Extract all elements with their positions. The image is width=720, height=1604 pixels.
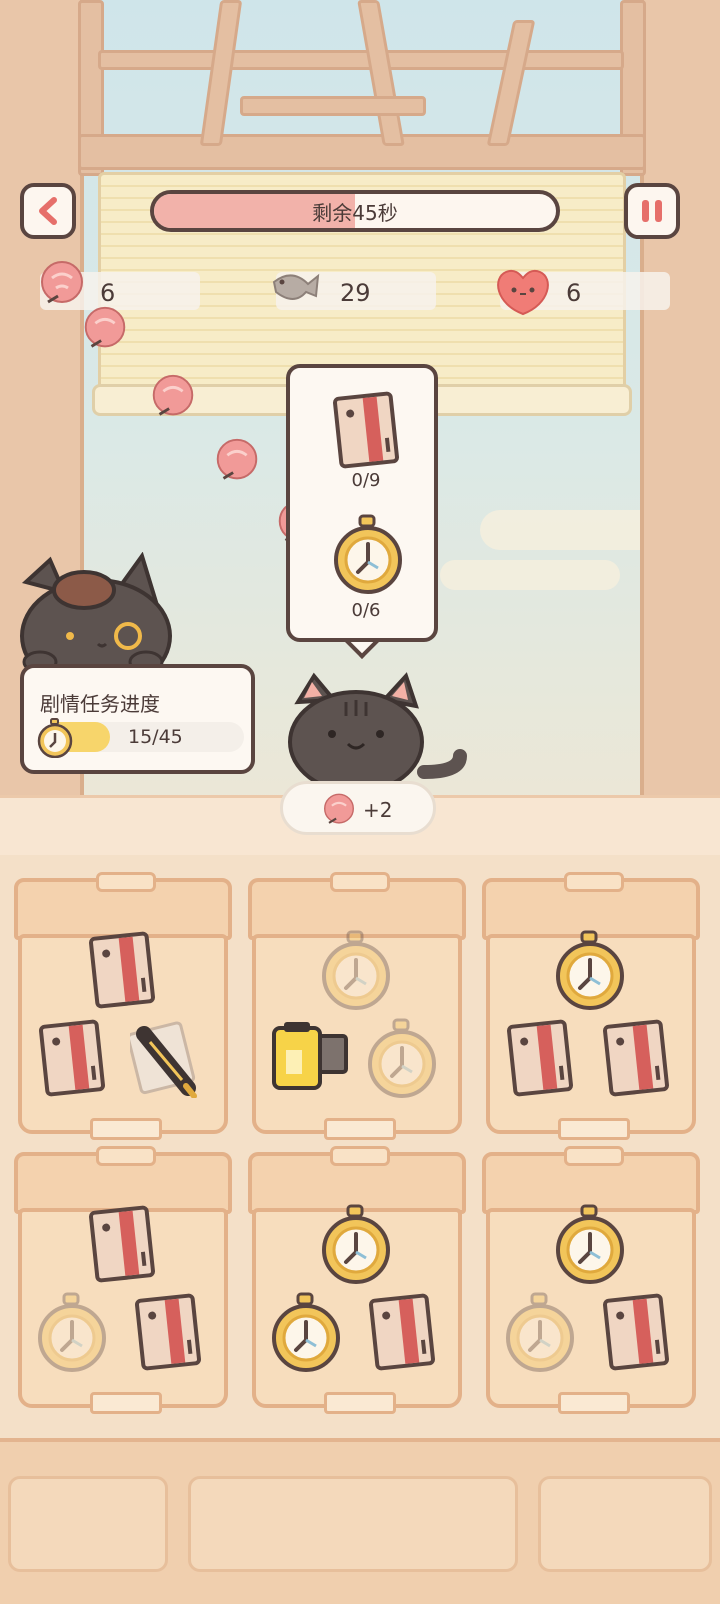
window-lattice bbox=[240, 96, 426, 116]
card-pack-icon[interactable] bbox=[130, 1292, 206, 1376]
hearts-count: 6 bbox=[566, 279, 582, 307]
pause-icon-bar bbox=[655, 200, 662, 222]
drawer bbox=[188, 1476, 518, 1572]
flying-flower-icon bbox=[210, 434, 264, 488]
film-roll-icon[interactable] bbox=[268, 1018, 352, 1102]
item-box[interactable] bbox=[482, 1146, 700, 1414]
fish-icon bbox=[268, 262, 322, 320]
flower-icon bbox=[319, 790, 359, 830]
box-clip bbox=[96, 1146, 156, 1166]
story-progress-title: 剧情任务进度 bbox=[40, 692, 160, 716]
pocket-watch-icon[interactable] bbox=[552, 930, 628, 1014]
fish-count: 29 bbox=[340, 279, 371, 307]
card-pack-icon bbox=[328, 390, 404, 470]
card-pack-icon[interactable] bbox=[364, 1292, 440, 1376]
time-remaining-bar: 剩余45秒 bbox=[150, 190, 560, 232]
card-pack-icon[interactable] bbox=[502, 1018, 578, 1102]
box-clip bbox=[564, 1146, 624, 1166]
right-wall bbox=[640, 0, 720, 810]
pocket-watch-icon bbox=[364, 1018, 440, 1102]
item-box[interactable] bbox=[14, 872, 232, 1140]
box-handle bbox=[558, 1118, 630, 1140]
pocket-watch-icon bbox=[502, 1292, 578, 1376]
pocket-watch-icon[interactable] bbox=[318, 1204, 394, 1288]
pocket-watch-icon[interactable] bbox=[268, 1292, 344, 1376]
window-lattice bbox=[98, 50, 624, 70]
chevron-left-icon bbox=[39, 197, 57, 225]
time-remaining-text: 剩余45秒 bbox=[312, 200, 398, 225]
drawer bbox=[538, 1476, 712, 1572]
box-handle bbox=[558, 1392, 630, 1414]
flying-flower-icon bbox=[146, 370, 200, 424]
item-box[interactable] bbox=[248, 1146, 466, 1414]
tabby-cat-customer bbox=[284, 672, 474, 796]
pocket-watch-icon bbox=[318, 930, 394, 1014]
order-item-progress: 0/6 bbox=[351, 600, 381, 621]
window-lattice bbox=[78, 134, 646, 170]
back-button[interactable] bbox=[20, 183, 76, 239]
card-pack-icon[interactable] bbox=[598, 1292, 674, 1376]
box-handle bbox=[90, 1118, 162, 1140]
pause-button[interactable] bbox=[624, 183, 680, 239]
pocket-watch-icon[interactable] bbox=[552, 1204, 628, 1288]
box-handle bbox=[90, 1392, 162, 1414]
box-clip bbox=[330, 1146, 390, 1166]
pocket-watch-icon bbox=[34, 1292, 110, 1376]
card-pack-icon[interactable] bbox=[598, 1018, 674, 1102]
card-pack-icon[interactable] bbox=[84, 930, 160, 1014]
drawer bbox=[8, 1476, 168, 1572]
customer-order-bubble: 0/9 0/6 bbox=[286, 364, 438, 642]
reward-pill: +2 bbox=[280, 781, 436, 835]
reward-amount: +2 bbox=[363, 798, 393, 822]
box-handle bbox=[324, 1392, 396, 1414]
box-clip bbox=[330, 872, 390, 892]
story-progress-panel: 剧情任务进度 15/45 bbox=[20, 664, 255, 774]
pocket-watch-icon bbox=[330, 514, 406, 594]
pocket-watch-icon bbox=[36, 718, 74, 762]
item-box[interactable] bbox=[248, 872, 466, 1140]
story-progress-count: 15/45 bbox=[128, 726, 183, 748]
box-clip bbox=[564, 872, 624, 892]
flying-flower-icon bbox=[78, 302, 132, 356]
pause-icon bbox=[642, 200, 649, 222]
card-pack-icon[interactable] bbox=[84, 1204, 160, 1288]
item-box[interactable] bbox=[14, 1146, 232, 1414]
card-pack-icon[interactable] bbox=[34, 1018, 110, 1102]
heart-face-icon bbox=[490, 264, 556, 324]
order-item-progress: 0/9 bbox=[351, 470, 381, 491]
item-box[interactable] bbox=[482, 872, 700, 1140]
fountain-pen-icon[interactable] bbox=[126, 1018, 206, 1102]
box-handle bbox=[324, 1118, 396, 1140]
box-clip bbox=[96, 872, 156, 892]
cloud bbox=[440, 560, 620, 590]
